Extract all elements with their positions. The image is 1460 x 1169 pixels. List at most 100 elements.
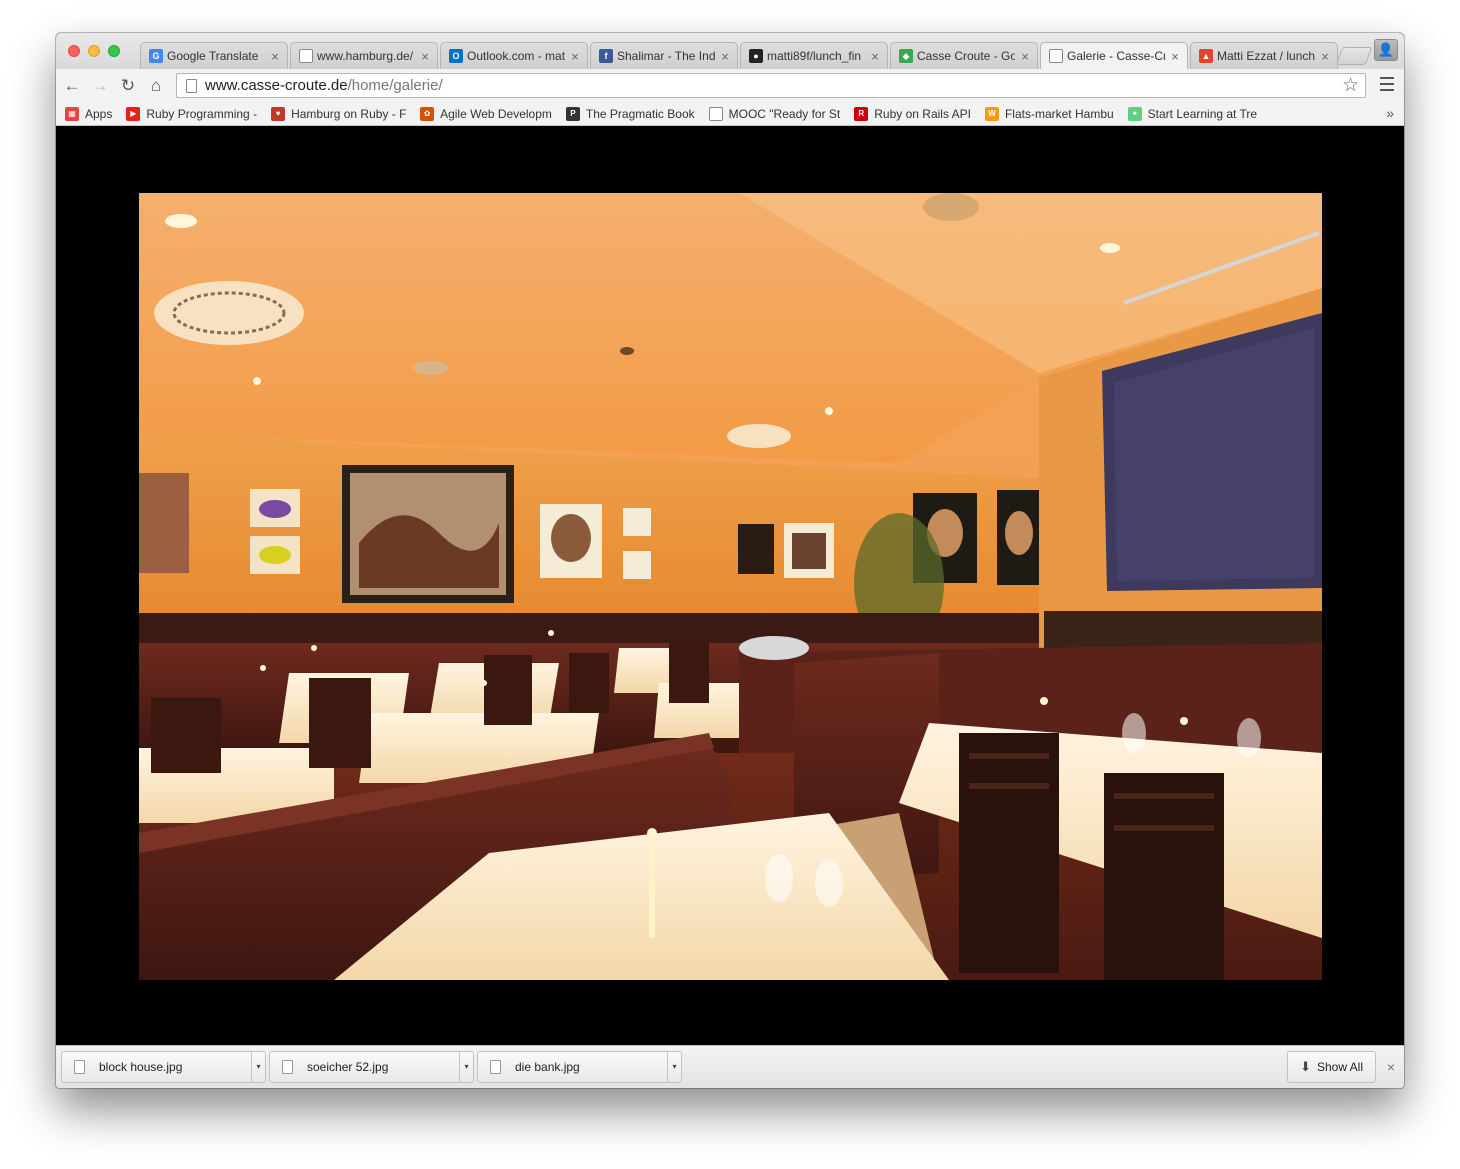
bookmark-label: Flats-market Hambu [1004,106,1114,121]
bookmarks-overflow-icon[interactable]: » [1386,105,1394,121]
download-shelf: block house.jpg ▾ soeicher 52.jpg ▾ die … [56,1045,1404,1088]
chevron-down-icon[interactable]: ▾ [459,1052,473,1082]
rails-icon: R [854,106,869,121]
address-bar[interactable]: www.casse-croute.de/home/galerie/ ☆ [176,73,1366,98]
close-icon[interactable]: × [1387,1059,1395,1075]
bookmark-label: Apps [85,106,113,121]
tab-close-icon[interactable]: × [1169,49,1181,64]
tab-close-icon[interactable]: × [869,49,881,64]
tab-close-icon[interactable]: × [1019,49,1031,64]
menu-icon[interactable] [1380,77,1394,91]
browser-tab[interactable]: ▲ Matti Ezzat / lunch × [1190,42,1338,69]
tab-title: matti89f/lunch_fin [767,49,862,63]
tab-title: Outlook.com - mat [467,49,565,63]
window-controls [68,45,120,57]
page-icon [708,106,723,121]
tab-title: Galerie - Casse-Cr [1067,49,1165,63]
minimize-window-button[interactable] [88,45,100,57]
chevron-down-icon[interactable]: ▾ [251,1052,265,1082]
browser-tab[interactable]: f Shalimar - The Indi × [590,42,738,69]
wg-icon: W [984,106,999,121]
github-icon: ● [749,49,763,63]
page-icon [186,78,197,93]
download-filename: block house.jpg [99,1060,183,1074]
browser-tab[interactable]: ◆ Casse Croute - Go × [890,42,1038,69]
show-all-label: Show All [1316,1060,1363,1074]
maximize-window-button[interactable] [108,45,120,57]
tab-close-icon[interactable]: × [269,49,281,64]
google-maps-icon: ◆ [899,49,913,63]
treehouse-icon: ✦ [1127,106,1142,121]
bookmarks-bar: ▦ Apps ▶ Ruby Programming - ♥ Hamburg on Ruby… [56,102,1404,126]
page-icon [1049,49,1063,63]
bookmark-item[interactable]: MOOC "Ready for St [708,106,841,121]
browser-tab[interactable]: G Google Translate × [140,42,288,69]
reload-button[interactable]: ↻ [116,74,140,98]
url-path: /home/galerie/ [347,77,443,94]
page-content [56,127,1404,1045]
page-icon [299,49,313,63]
bookmark-item[interactable]: ✿ Agile Web Developm [420,106,552,121]
tab-close-icon[interactable]: × [1319,49,1331,64]
download-icon: ⬇ [1300,1059,1311,1074]
restaurant-photo [139,193,1322,980]
browser-window: G Google Translate × www.hamburg.de/ × O Outlo… [56,33,1404,1088]
tab-title: Shalimar - The Indi [617,49,715,63]
download-item[interactable]: block house.jpg ▾ [61,1051,266,1083]
youtube-icon: ▶ [126,106,141,121]
tab-title: Casse Croute - Go [917,49,1015,63]
back-button[interactable]: ← [60,74,84,98]
bookmark-item[interactable]: W Flats-market Hambu [984,106,1114,121]
show-all-downloads-button[interactable]: ⬇ Show All [1287,1051,1376,1083]
url-text[interactable]: www.casse-croute.de/home/galerie/ [205,77,1342,94]
browser-tab[interactable]: Galerie - Casse-Cr × [1040,42,1188,69]
bookmark-label: MOOC "Ready for St [728,106,841,121]
chevron-down-icon[interactable]: ▾ [667,1052,681,1082]
google-translate-icon: G [149,49,163,63]
pragmatic-icon: P [565,106,580,121]
bookmark-label: Ruby on Rails API [874,106,971,121]
forward-button[interactable]: → [88,74,112,98]
tab-title: Matti Ezzat / lunch [1217,49,1315,63]
bookmark-star-icon[interactable]: ☆ [1342,74,1359,97]
download-item[interactable]: die bank.jpg ▾ [477,1051,682,1083]
url-domain: www.casse-croute.de [205,77,348,94]
tab-title: www.hamburg.de/ [317,49,414,63]
tab-strip: G Google Translate × www.hamburg.de/ × O Outlo… [56,33,1404,69]
profile-icon[interactable]: 👤 [1374,39,1398,61]
bookmark-label: Agile Web Developm [440,106,552,121]
home-button[interactable]: ⌂ [144,74,168,98]
gitlab-icon: ▲ [1199,49,1213,63]
image-file-icon [490,1060,501,1074]
bookmark-item[interactable]: ✦ Start Learning at Tre [1127,106,1258,121]
tab-close-icon[interactable]: × [569,49,581,64]
apps-icon: ▦ [65,106,79,121]
agile-icon: ✿ [420,106,435,121]
bookmark-label: The Pragmatic Book [585,106,695,121]
facebook-icon: f [599,49,613,63]
outlook-icon: O [449,49,463,63]
bookmark-label: Hamburg on Ruby - F [291,106,407,121]
tab-list: G Google Translate × www.hamburg.de/ × O Outlo… [140,42,1340,69]
bookmark-label: Ruby Programming - [146,106,258,121]
download-filename: die bank.jpg [515,1060,580,1074]
new-tab-button[interactable] [1335,47,1373,65]
browser-tab[interactable]: ● matti89f/lunch_fin × [740,42,888,69]
bookmark-label: Start Learning at Tre [1147,106,1258,121]
browser-tab[interactable]: O Outlook.com - mat × [440,42,588,69]
download-filename: soeicher 52.jpg [307,1060,389,1074]
tab-close-icon[interactable]: × [719,49,731,64]
image-file-icon [282,1060,293,1074]
bookmark-item[interactable]: P The Pragmatic Book [565,106,695,121]
close-window-button[interactable] [68,45,80,57]
image-file-icon [74,1060,85,1074]
gallery-image[interactable] [139,193,1322,980]
bookmark-item[interactable]: ▦ Apps [65,106,113,121]
browser-tab[interactable]: www.hamburg.de/ × [290,42,438,69]
tab-close-icon[interactable]: × [419,49,431,64]
download-item[interactable]: soeicher 52.jpg ▾ [269,1051,474,1083]
bookmark-item[interactable]: ▶ Ruby Programming - [126,106,258,121]
hamburg-icon: ♥ [271,106,286,121]
bookmark-item[interactable]: ♥ Hamburg on Ruby - F [271,106,407,121]
bookmark-item[interactable]: R Ruby on Rails API [854,106,971,121]
